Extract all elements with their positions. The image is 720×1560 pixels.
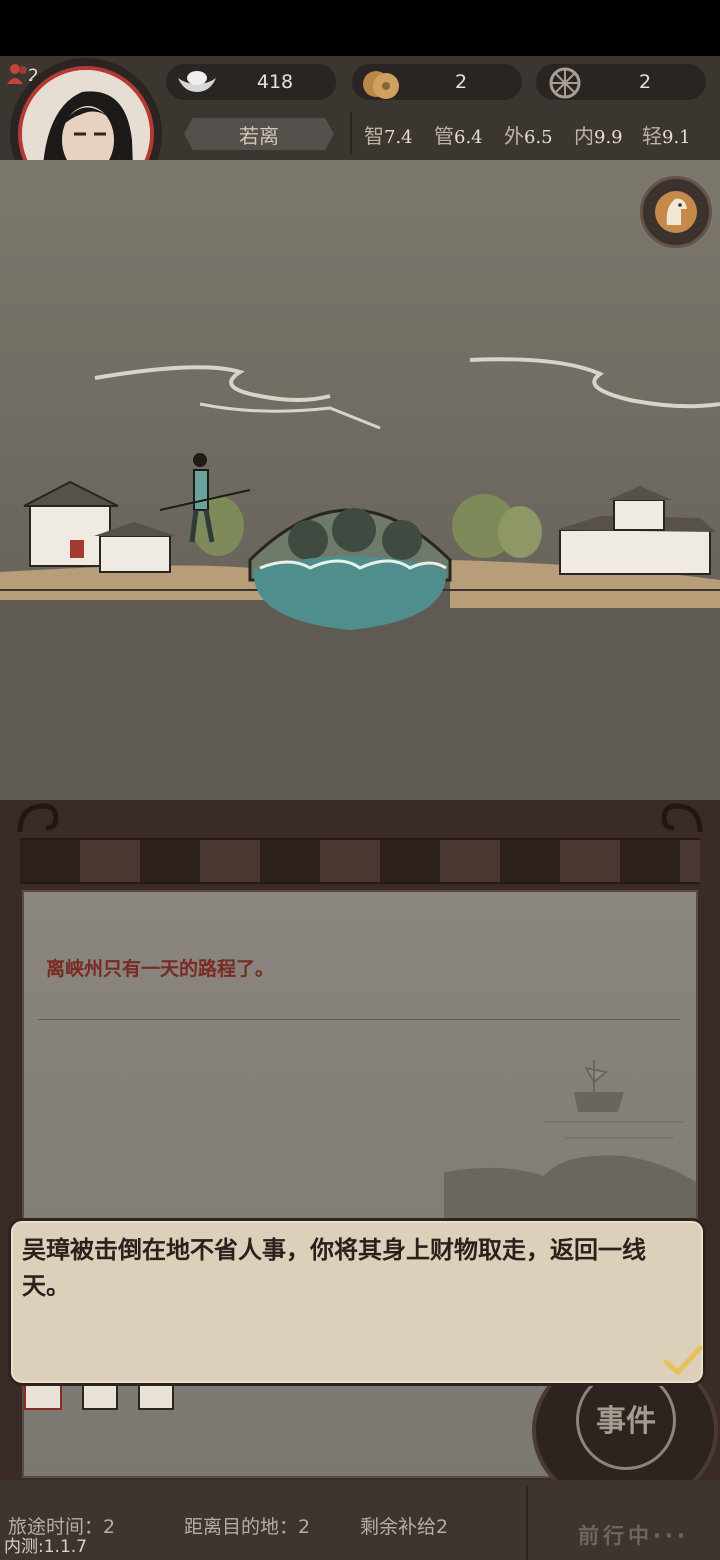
- stat-external: 外6.5: [504, 124, 553, 148]
- option-marker-2[interactable]: [82, 1384, 118, 1410]
- distance-to-destination: 距离目的地：2: [184, 1516, 311, 1538]
- confirm-check-icon[interactable]: [662, 1344, 704, 1378]
- version-label: 内测:1.1.7: [4, 1537, 87, 1557]
- option-marker-3[interactable]: [138, 1384, 174, 1410]
- wheel-icon: [549, 67, 581, 99]
- remaining-supplies: 剩余补给2: [360, 1516, 449, 1538]
- player-name: 若离: [239, 123, 279, 148]
- event-button-label: 事件: [596, 1404, 656, 1439]
- coin-counter[interactable]: 2: [352, 64, 522, 100]
- landscape-sketch: [444, 1060, 696, 1222]
- stat-intelligence: 智7.4: [364, 124, 413, 148]
- coin-value: 2: [454, 71, 468, 93]
- status-bar: [0, 0, 720, 56]
- corner-ornament-left-icon: [17, 803, 59, 833]
- option-marker-1[interactable]: [24, 1384, 62, 1410]
- horse-icon: [655, 191, 697, 233]
- silver-value: 418: [256, 71, 294, 93]
- carved-frieze: [20, 838, 700, 884]
- coin-stack-icon: [363, 71, 399, 99]
- bottom-divider: [526, 1486, 528, 1560]
- journal-entry: 离峡州只有一天的路程了。: [46, 958, 275, 980]
- mount-button[interactable]: [640, 176, 712, 248]
- player-name-plate[interactable]: 若离: [184, 118, 334, 150]
- travel-scene: [0, 160, 720, 802]
- stat-management: 管6.4: [434, 124, 483, 148]
- corner-ornament-right-icon: [661, 803, 703, 833]
- silver-counter[interactable]: 418: [166, 64, 336, 100]
- dialog-text: 吴璋被击倒在地不省人事，你将其身上财物取走，返回一线天。: [22, 1236, 646, 1300]
- stat-agility: 轻9.1: [642, 124, 691, 148]
- stat-internal: 内9.9: [574, 124, 623, 148]
- wheel-counter[interactable]: 2: [536, 64, 706, 100]
- journal-divider: [38, 1019, 680, 1020]
- scene-illustration: [0, 357, 720, 802]
- silver-ingot-icon: [178, 71, 216, 92]
- wheel-value: 2: [638, 71, 652, 93]
- travel-status: 前行中···: [578, 1524, 689, 1548]
